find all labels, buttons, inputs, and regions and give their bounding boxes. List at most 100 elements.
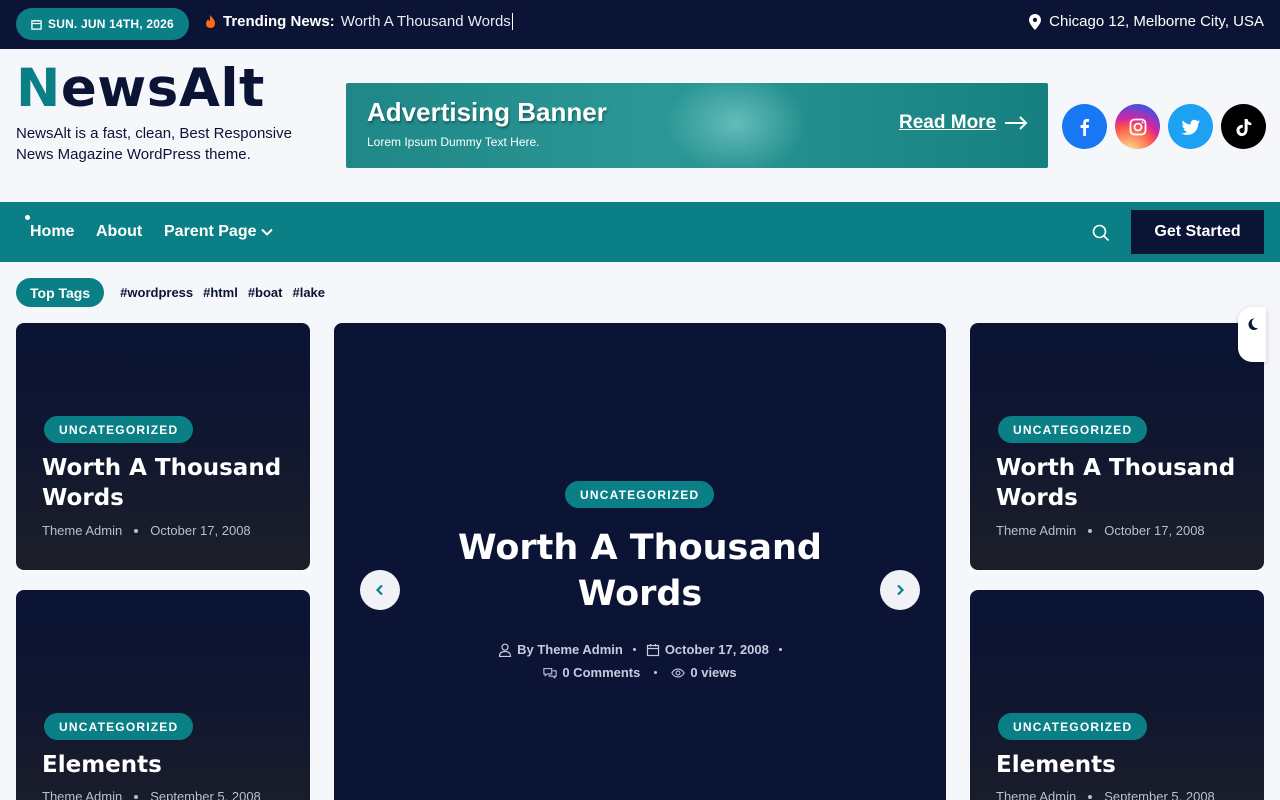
post-author[interactable]: Theme Admin — [996, 523, 1076, 538]
post-card[interactable]: UNCATEGORIZED Worth A Thousand Words The… — [16, 323, 310, 570]
meta-separator — [134, 528, 139, 533]
banner-read-more-label: Read More — [899, 112, 997, 133]
nav-item-label: Parent Page — [164, 223, 257, 240]
search-icon[interactable] — [1091, 223, 1111, 243]
post-views: 0 views — [671, 665, 737, 680]
post-author[interactable]: Theme Admin — [42, 523, 122, 538]
twitter-icon — [1181, 119, 1200, 135]
chevron-right-icon — [897, 584, 905, 596]
logo-first-letter: N — [16, 58, 61, 119]
chevron-left-icon — [375, 584, 383, 596]
post-views-label: 0 views — [690, 665, 737, 680]
post-card[interactable]: UNCATEGORIZED Elements Theme Admin Septe… — [970, 590, 1264, 800]
post-meta: Theme Admin October 17, 2008 — [42, 523, 251, 538]
category-badge[interactable]: UNCATEGORIZED — [998, 416, 1148, 443]
eye-icon — [671, 668, 686, 677]
tiktok-button[interactable] — [1221, 104, 1266, 149]
category-badge[interactable]: UNCATEGORIZED — [44, 713, 194, 740]
tag-link[interactable]: #boat — [248, 285, 283, 300]
nav-item-label: About — [96, 223, 143, 240]
post-comments[interactable]: 0 Comments — [543, 665, 640, 680]
featured-slider: UNCATEGORIZED Worth A Thousand Words By … — [334, 323, 946, 800]
trending-news: Trending News: Worth A Thousand Words — [204, 13, 513, 30]
banner-read-more-link[interactable]: Read More — [899, 112, 1028, 134]
post-meta: Theme Admin October 17, 2008 — [996, 523, 1205, 538]
instagram-icon — [1129, 118, 1146, 135]
dark-mode-toggle[interactable] — [1238, 307, 1266, 362]
category-badge[interactable]: UNCATEGORIZED — [44, 416, 194, 443]
post-author[interactable]: By Theme Admin — [498, 642, 623, 657]
user-icon — [499, 643, 512, 657]
trending-link[interactable]: Worth A Thousand Words — [341, 13, 513, 30]
meta-separator — [632, 648, 636, 651]
tag-link[interactable]: #lake — [292, 285, 325, 300]
calendar-icon — [646, 643, 659, 656]
category-badge[interactable]: UNCATEGORIZED — [565, 481, 715, 508]
location-text: Chicago 12, Melborne City, USA — [1049, 13, 1264, 30]
featured-post-meta: By Theme Admin October 17, 2008 — [334, 642, 946, 657]
featured-post-stats: 0 Comments 0 views — [334, 665, 946, 680]
nav-item-label: Home — [30, 223, 75, 240]
meta-separator — [778, 648, 782, 651]
main-navigation: Home About Parent Page Get Started — [0, 202, 1280, 262]
comments-icon — [543, 667, 557, 679]
top-bar: SUN. JUN 14TH, 2026 Trending News: Worth… — [0, 0, 1280, 49]
slider-prev-button[interactable] — [360, 570, 400, 610]
post-card[interactable]: UNCATEGORIZED Elements Theme Admin Septe… — [16, 590, 310, 800]
post-title[interactable]: Worth A Thousand Words — [42, 453, 292, 513]
banner-title: Advertising Banner — [367, 97, 607, 127]
map-pin-icon — [1029, 13, 1042, 30]
nav-item-home[interactable]: Home — [30, 223, 74, 241]
slider-next-button[interactable] — [880, 570, 920, 610]
twitter-button[interactable] — [1168, 104, 1213, 149]
site-tagline: NewsAlt is a fast, clean, Best Responsiv… — [16, 125, 292, 163]
post-author[interactable]: Theme Admin — [996, 789, 1076, 800]
get-started-button[interactable]: Get Started — [1131, 210, 1264, 254]
facebook-icon — [1080, 118, 1089, 136]
post-card[interactable]: UNCATEGORIZED Worth A Thousand Words The… — [970, 323, 1264, 570]
post-date-label: October 17, 2008 — [664, 642, 769, 657]
post-title[interactable]: Elements — [42, 750, 292, 780]
date-text: SUN. JUN 14TH, 2026 — [48, 17, 174, 31]
advertising-banner[interactable]: Advertising Banner Lorem Ipsum Dummy Tex… — [346, 83, 1048, 168]
top-tags-label: Top Tags — [16, 278, 105, 307]
facebook-button[interactable] — [1062, 104, 1107, 149]
social-links — [1062, 104, 1266, 149]
featured-post-title[interactable]: Worth A Thousand Words — [394, 525, 886, 617]
tag-link[interactable]: #html — [203, 285, 238, 300]
location: Chicago 12, Melborne City, USA — [1029, 13, 1264, 30]
tiktok-icon — [1235, 118, 1251, 136]
post-date[interactable]: September 5, 2008 — [150, 789, 261, 800]
top-tags: Top Tags #wordpress #html #boat #lake — [16, 278, 325, 307]
tag-link[interactable]: #wordpress — [120, 285, 193, 300]
category-badge[interactable]: UNCATEGORIZED — [998, 713, 1148, 740]
post-date[interactable]: October 17, 2008 — [150, 523, 250, 538]
post-meta: Theme Admin September 5, 2008 — [42, 789, 261, 800]
post-date[interactable]: September 5, 2008 — [1104, 789, 1215, 800]
meta-separator — [654, 671, 658, 674]
fire-icon — [206, 15, 215, 28]
post-date[interactable]: October 17, 2008 — [646, 642, 769, 657]
post-title[interactable]: Worth A Thousand Words — [996, 453, 1246, 513]
site-logo[interactable]: NewsAlt — [16, 58, 265, 119]
nav-item-about[interactable]: About — [96, 223, 142, 241]
meta-separator — [134, 794, 139, 799]
meta-separator — [1088, 794, 1093, 799]
moon-icon — [1248, 318, 1258, 330]
post-author[interactable]: Theme Admin — [42, 789, 122, 800]
post-author-label: By Theme Admin — [517, 642, 623, 657]
nav-item-parent-page[interactable]: Parent Page — [164, 223, 274, 241]
site-header: NewsAlt NewsAlt is a fast, clean, Best R… — [0, 49, 1280, 202]
logo-rest: ewsAlt — [60, 58, 265, 119]
instagram-button[interactable] — [1115, 104, 1160, 149]
post-meta: Theme Admin September 5, 2008 — [996, 789, 1215, 800]
meta-separator — [1088, 528, 1093, 533]
banner-subtitle: Lorem Ipsum Dummy Text Here. — [367, 135, 540, 149]
chevron-down-icon — [261, 228, 274, 236]
post-comments-label: 0 Comments — [562, 665, 641, 680]
post-title[interactable]: Elements — [996, 750, 1246, 780]
post-date[interactable]: October 17, 2008 — [1104, 523, 1204, 538]
calendar-icon — [31, 19, 42, 30]
date-badge: SUN. JUN 14TH, 2026 — [16, 8, 189, 40]
active-indicator-dot — [25, 215, 30, 220]
